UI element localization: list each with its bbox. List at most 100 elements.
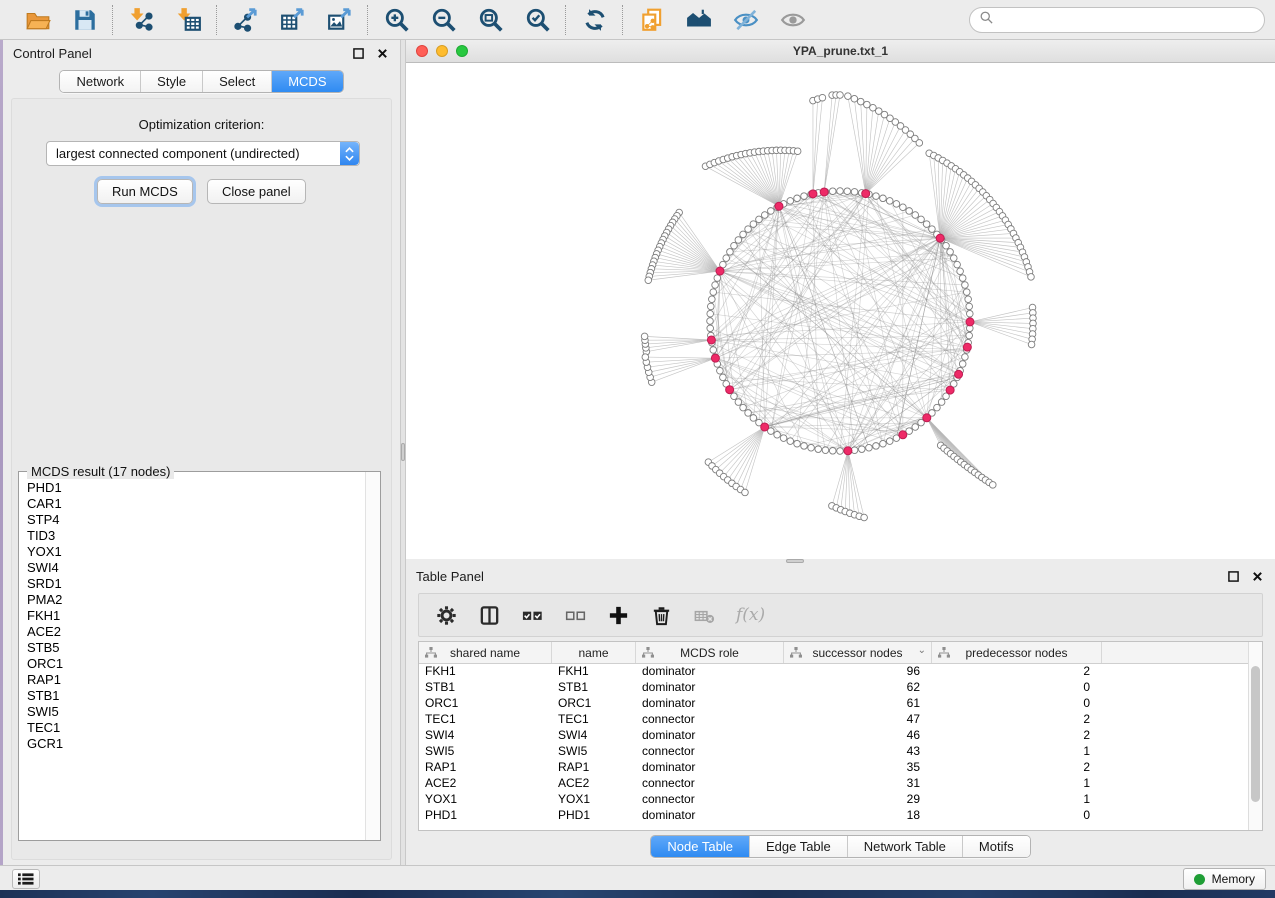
cell-shared-name[interactable]: YOX1 (419, 791, 552, 807)
graph-node[interactable] (745, 226, 752, 233)
cell-predecessor-nodes[interactable]: 2 (932, 759, 1102, 775)
graph-node[interactable] (740, 404, 747, 411)
cell-predecessor-nodes[interactable]: 2 (932, 711, 1102, 727)
search-input[interactable] (1000, 12, 1264, 29)
cell-shared-name[interactable]: RAP1 (419, 759, 552, 775)
graph-node[interactable] (963, 289, 970, 296)
cell-MCDS-role[interactable]: dominator (636, 679, 784, 695)
cell-name[interactable]: TEC1 (552, 711, 636, 727)
mcds-result-item[interactable]: FKH1 (27, 608, 366, 624)
table-row[interactable]: TEC1TEC1connector472 (419, 711, 1249, 727)
graph-node[interactable] (929, 226, 936, 233)
cell-MCDS-role[interactable]: connector (636, 791, 784, 807)
float-panel-icon[interactable] (350, 45, 366, 61)
export-table-icon[interactable] (279, 6, 306, 33)
graph-hub-node[interactable] (923, 414, 931, 422)
mcds-result-item[interactable]: TEC1 (27, 720, 366, 736)
graph-node[interactable] (710, 347, 717, 354)
columns-icon[interactable] (478, 604, 501, 627)
mcds-result-item[interactable]: STB5 (27, 640, 366, 656)
vertical-splitter-handle[interactable] (401, 443, 405, 461)
graph-node[interactable] (900, 204, 907, 211)
cell-successor-nodes[interactable]: 47 (784, 711, 932, 727)
mcds-result-item[interactable]: CAR1 (27, 496, 366, 512)
cell-MCDS-role[interactable]: dominator (636, 759, 784, 775)
search-box[interactable] (969, 7, 1265, 33)
cell-name[interactable]: RAP1 (552, 759, 636, 775)
graph-node[interactable] (723, 255, 730, 262)
cell-name[interactable]: FKH1 (552, 663, 636, 679)
mcds-result-item[interactable]: STP4 (27, 512, 366, 528)
column-header-MCDS-role[interactable]: MCDS role (636, 642, 784, 663)
cell-predecessor-nodes[interactable]: 1 (932, 743, 1102, 759)
graph-node[interactable] (954, 261, 961, 268)
cell-successor-nodes[interactable]: 61 (784, 695, 932, 711)
graph-node[interactable] (727, 249, 734, 256)
graph-hub-node[interactable] (716, 267, 724, 275)
graph-node[interactable] (837, 188, 844, 195)
graph-node[interactable] (750, 221, 757, 228)
export-image-icon[interactable] (326, 6, 353, 33)
graph-node[interactable] (710, 289, 717, 296)
table-row[interactable]: PHD1PHD1dominator180 (419, 807, 1249, 823)
graph-node[interactable] (845, 93, 852, 100)
home-icon[interactable] (685, 6, 712, 33)
mcds-result-item[interactable]: STB1 (27, 688, 366, 704)
graph-node[interactable] (731, 393, 738, 400)
graph-node[interactable] (794, 148, 801, 155)
graph-hub-node[interactable] (711, 354, 719, 362)
table-row[interactable]: SWI5SWI5connector431 (419, 743, 1249, 759)
cell-predecessor-nodes[interactable]: 0 (932, 807, 1102, 823)
mcds-result-scrollbar[interactable] (365, 472, 380, 840)
graph-node[interactable] (645, 277, 652, 284)
tab-network-table[interactable]: Network Table (847, 836, 962, 857)
cell-predecessor-nodes[interactable]: 1 (932, 775, 1102, 791)
graph-node[interactable] (707, 325, 714, 332)
graph-hub-node[interactable] (809, 190, 817, 198)
graph-node[interactable] (707, 310, 714, 317)
zoom-fit-icon[interactable] (477, 6, 504, 33)
cell-predecessor-nodes[interactable]: 2 (932, 727, 1102, 743)
graph-node[interactable] (761, 212, 768, 219)
graph-node[interactable] (912, 212, 919, 219)
cell-name[interactable]: SWI4 (552, 727, 636, 743)
graph-node[interactable] (943, 242, 950, 249)
import-network-icon[interactable] (128, 6, 155, 33)
select-all-icon[interactable] (521, 604, 544, 627)
tab-select[interactable]: Select (202, 71, 271, 92)
graph-node[interactable] (794, 440, 801, 447)
graph-node[interactable] (886, 438, 893, 445)
graph-node[interactable] (966, 310, 973, 317)
network-window-titlebar[interactable]: YPA_prune.txt_1 (406, 40, 1275, 63)
mcds-result-item[interactable]: PMA2 (27, 592, 366, 608)
graph-node[interactable] (745, 410, 752, 417)
graph-node[interactable] (735, 399, 742, 406)
graph-node[interactable] (801, 193, 808, 200)
horizontal-splitter-handle[interactable] (786, 559, 804, 563)
cell-name[interactable]: ACE2 (552, 775, 636, 791)
table-row[interactable]: ORC1ORC1dominator610 (419, 695, 1249, 711)
task-history-button[interactable] (12, 869, 40, 889)
cell-MCDS-role[interactable]: dominator (636, 663, 784, 679)
graph-hub-node[interactable] (707, 336, 715, 344)
graph-hub-node[interactable] (775, 202, 783, 210)
graph-node[interactable] (851, 189, 858, 196)
graph-node[interactable] (947, 249, 954, 256)
import-table-icon[interactable] (175, 6, 202, 33)
column-header-shared-name[interactable]: shared name (419, 642, 552, 663)
zoom-in-icon[interactable] (383, 6, 410, 33)
cell-successor-nodes[interactable]: 46 (784, 727, 932, 743)
mcds-result-item[interactable]: GCR1 (27, 736, 366, 752)
tab-network[interactable]: Network (60, 71, 140, 92)
graph-node[interactable] (641, 333, 648, 340)
column-header-name[interactable]: name (552, 642, 636, 663)
zoom-out-icon[interactable] (430, 6, 457, 33)
graph-hub-node[interactable] (862, 190, 870, 198)
cell-name[interactable]: ORC1 (552, 695, 636, 711)
graph-node[interactable] (965, 296, 972, 303)
graph-node[interactable] (950, 255, 957, 262)
cell-name[interactable]: YOX1 (552, 791, 636, 807)
graph-node[interactable] (742, 489, 749, 496)
table-scrollbar-thumb[interactable] (1251, 666, 1260, 802)
deselect-all-icon[interactable] (564, 604, 587, 627)
